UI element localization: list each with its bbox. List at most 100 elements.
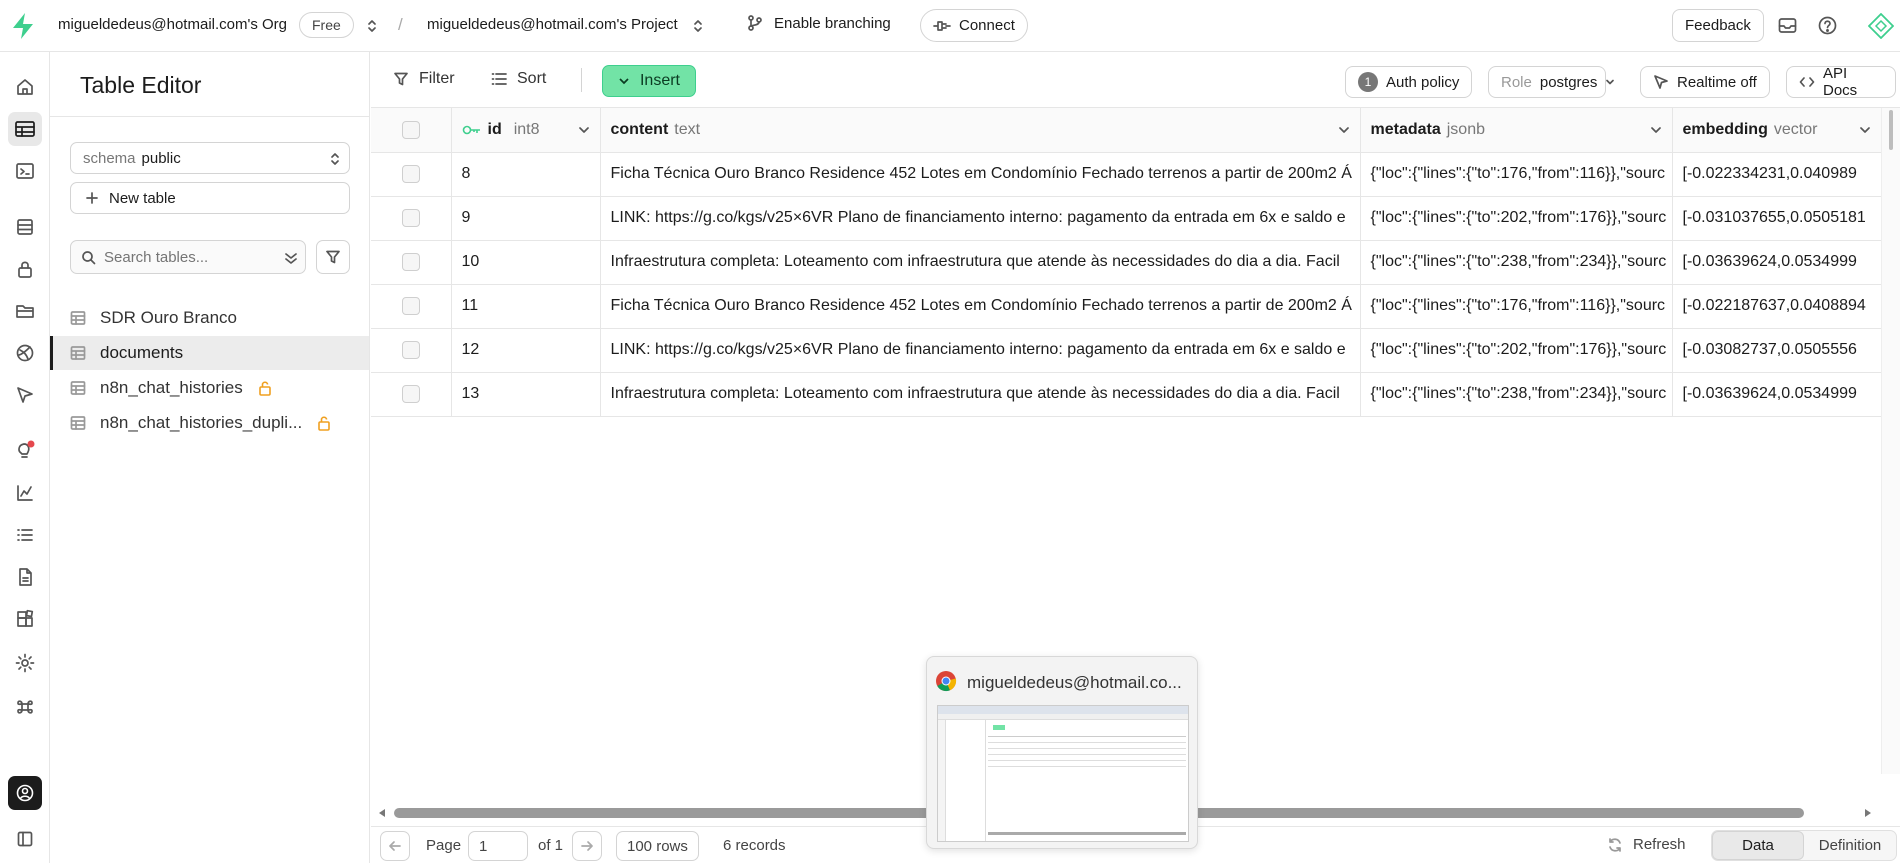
search-collapse-chevron-icon[interactable]	[283, 250, 299, 266]
cell-metadata[interactable]: {"loc":{"lines":{"to":238,"from":234}},"…	[1360, 372, 1673, 417]
unlocked-lock-icon[interactable]	[316, 415, 332, 431]
select-all-checkbox[interactable]	[401, 120, 420, 139]
storage-icon[interactable]	[8, 294, 42, 328]
home-icon[interactable]	[8, 70, 42, 104]
previous-page-button[interactable]	[380, 831, 410, 861]
column-header-id[interactable]: id int8	[451, 108, 601, 153]
chevron-down-icon[interactable]	[578, 124, 590, 136]
org-switcher-chevrons-icon[interactable]	[366, 17, 378, 35]
table-editor-icon[interactable]	[8, 112, 42, 146]
scroll-left-arrow-icon[interactable]	[377, 808, 387, 818]
auth-policy-button[interactable]: 1 Auth policy	[1345, 66, 1473, 98]
cell-id[interactable]: 11	[451, 284, 601, 329]
cell-content[interactable]: Ficha Técnica Ouro Branco Residence 452 …	[600, 152, 1361, 197]
row-checkbox[interactable]	[401, 253, 420, 271]
feedback-button[interactable]: Feedback	[1672, 9, 1764, 42]
supabase-logo-icon[interactable]	[10, 12, 36, 40]
refresh-button[interactable]: Refresh	[1607, 836, 1686, 853]
chevron-down-icon[interactable]	[1338, 124, 1350, 136]
command-menu-icon[interactable]	[8, 690, 42, 724]
cell-id[interactable]: 10	[451, 240, 601, 285]
row-checkbox[interactable]	[401, 209, 420, 227]
sidebar-item-n8n-chat-histories[interactable]: n8n_chat_histories	[50, 371, 369, 405]
page-input[interactable]: 1	[468, 831, 528, 861]
advisors-icon[interactable]	[8, 434, 42, 468]
column-header-metadata[interactable]: metadata jsonb	[1360, 108, 1673, 153]
integrations-icon[interactable]	[8, 602, 42, 636]
cell-id[interactable]: 13	[451, 372, 601, 417]
row-checkbox[interactable]	[401, 297, 420, 315]
cell-metadata[interactable]: {"loc":{"lines":{"to":202,"from":176}},"…	[1360, 196, 1673, 241]
api-docs-button[interactable]: API Docs	[1786, 65, 1896, 99]
scroll-right-arrow-icon[interactable]	[1863, 808, 1873, 818]
cell-id[interactable]: 12	[451, 328, 601, 373]
vertical-scrollbar-thumb[interactable]	[1889, 110, 1893, 150]
logs-list-icon[interactable]	[8, 518, 42, 552]
sort-button[interactable]: Sort	[491, 70, 546, 88]
table-row[interactable]: 9 LINK: https://g.co/kgs/v25×6VR Plano d…	[371, 196, 1882, 241]
new-table-button[interactable]: New table	[70, 182, 350, 214]
search-tables-input[interactable]	[104, 248, 274, 266]
settings-gear-icon[interactable]	[8, 646, 42, 680]
schema-selector[interactable]: schema public	[70, 142, 350, 174]
next-page-button[interactable]	[572, 831, 602, 861]
auth-lock-icon[interactable]	[8, 252, 42, 286]
column-header-embedding[interactable]: embedding vector	[1672, 108, 1882, 153]
cell-embedding[interactable]: [-0.031037655,0.0505181	[1672, 196, 1882, 241]
tab-definition[interactable]: Definition	[1804, 831, 1896, 860]
connect-button[interactable]: Connect	[920, 9, 1028, 42]
sidebar-item-sdr-ouro-branco[interactable]: SDR Ouro Branco	[50, 301, 369, 335]
assistant-diamond-icon[interactable]	[1868, 13, 1894, 39]
cell-metadata[interactable]: {"loc":{"lines":{"to":202,"from":176}},"…	[1360, 328, 1673, 373]
chevron-down-icon[interactable]	[1859, 124, 1871, 136]
inbox-icon[interactable]	[1778, 17, 1797, 34]
table-row[interactable]: 8 Ficha Técnica Ouro Branco Residence 45…	[371, 152, 1882, 197]
cell-embedding[interactable]: [-0.03082737,0.0505556	[1672, 328, 1882, 373]
table-row[interactable]: 13 Infraestrutura completa: Loteamento c…	[371, 372, 1882, 417]
cell-content[interactable]: LINK: https://g.co/kgs/v25×6VR Plano de …	[600, 196, 1361, 241]
cell-content[interactable]: Infraestrutura completa: Loteamento com …	[600, 372, 1361, 417]
row-checkbox[interactable]	[401, 165, 420, 183]
help-icon[interactable]	[1818, 16, 1837, 35]
role-selector[interactable]: Role postgres	[1488, 66, 1615, 98]
reports-chart-icon[interactable]	[8, 476, 42, 510]
sidebar-item-documents[interactable]: documents	[50, 336, 369, 370]
unlocked-lock-icon[interactable]	[257, 380, 273, 396]
edge-functions-icon[interactable]	[8, 378, 42, 412]
cell-content[interactable]: LINK: https://g.co/kgs/v25×6VR Plano de …	[600, 328, 1361, 373]
row-checkbox[interactable]	[401, 341, 420, 359]
project-name[interactable]: migueldedeus@hotmail.com's Project	[427, 16, 678, 33]
cell-id[interactable]: 9	[451, 196, 601, 241]
org-name[interactable]: migueldedeus@hotmail.com's Org	[58, 16, 287, 33]
row-checkbox[interactable]	[401, 385, 420, 403]
cell-metadata[interactable]: {"loc":{"lines":{"to":238,"from":234}},"…	[1360, 240, 1673, 285]
realtime-icon[interactable]	[8, 336, 42, 370]
cell-metadata[interactable]: {"loc":{"lines":{"to":176,"from":116}},"…	[1360, 284, 1673, 329]
database-icon[interactable]	[8, 210, 42, 244]
cell-content[interactable]: Infraestrutura completa: Loteamento com …	[600, 240, 1361, 285]
table-row[interactable]: 10 Infraestrutura completa: Loteamento c…	[371, 240, 1882, 285]
user-avatar-icon[interactable]	[8, 776, 42, 810]
cell-embedding[interactable]: [-0.03639624,0.0534999	[1672, 372, 1882, 417]
enable-branching-button[interactable]: Enable branching	[746, 14, 891, 32]
tab-data[interactable]: Data	[1712, 831, 1805, 860]
sql-editor-icon[interactable]	[8, 154, 42, 188]
vertical-scrollbar[interactable]	[1881, 108, 1900, 774]
cell-metadata[interactable]: {"loc":{"lines":{"to":176,"from":116}},"…	[1360, 152, 1673, 197]
project-switcher-chevrons-icon[interactable]	[692, 17, 704, 35]
sidebar-item-n8n-chat-histories-duplicate[interactable]: n8n_chat_histories_dupli...	[50, 406, 369, 440]
table-search-box[interactable]	[70, 240, 306, 274]
rows-per-page-selector[interactable]: 100 rows	[616, 831, 699, 861]
window-preview-popup[interactable]: migueldedeus@hotmail.co...	[926, 656, 1198, 849]
table-row[interactable]: 12 LINK: https://g.co/kgs/v25×6VR Plano …	[371, 328, 1882, 373]
collapse-sidebar-icon[interactable]	[8, 822, 42, 856]
filter-tables-button[interactable]	[316, 240, 350, 274]
cell-id[interactable]: 8	[451, 152, 601, 197]
filter-button[interactable]: Filter	[393, 70, 455, 88]
chevron-down-icon[interactable]	[1650, 124, 1662, 136]
api-docs-file-icon[interactable]	[8, 560, 42, 594]
cell-embedding[interactable]: [-0.022334231,0.040989	[1672, 152, 1882, 197]
insert-button[interactable]: Insert	[602, 65, 696, 97]
cell-content[interactable]: Ficha Técnica Ouro Branco Residence 452 …	[600, 284, 1361, 329]
column-header-content[interactable]: content text	[600, 108, 1361, 153]
